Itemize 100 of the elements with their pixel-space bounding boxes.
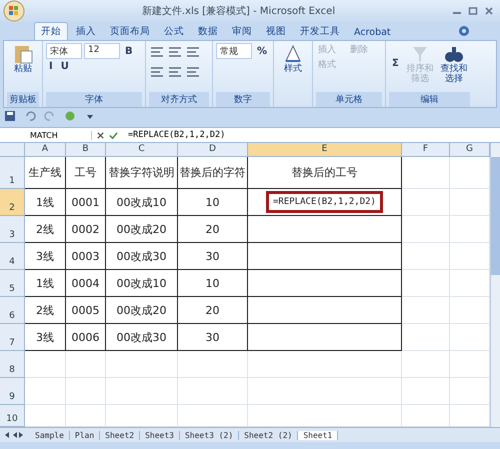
row-header[interactable]: 5	[0, 270, 25, 297]
table-cell: 00改成10	[106, 189, 178, 216]
ribbon-button[interactable]: %	[254, 43, 270, 59]
table-cell: 20	[178, 297, 248, 324]
column-header[interactable]: B	[66, 143, 106, 157]
table-cell	[402, 297, 450, 324]
align-icon[interactable]	[150, 46, 164, 58]
ribbon-tab[interactable]: 页面布局	[104, 23, 156, 40]
group-label: 单元格	[316, 92, 382, 107]
row-header[interactable]: 3	[0, 216, 25, 243]
table-cell: 00改成20	[106, 216, 178, 243]
scroll-thumb[interactable]	[491, 157, 500, 275]
table-cell: 00改成30	[106, 243, 178, 270]
sheet-tab[interactable]: Sheet2	[100, 430, 140, 440]
table-cell: 10	[178, 189, 248, 216]
table-cell: 00改成10	[106, 270, 178, 297]
formula-field[interactable]: =REPLACE(B2,1,2,D2)	[128, 130, 226, 140]
table-cell: 替换字符说明	[106, 157, 178, 189]
sheet-tab[interactable]: Sample	[30, 430, 70, 440]
ribbon-dropdown[interactable]: 常规	[216, 43, 252, 59]
ribbon-tab[interactable]: 审阅	[226, 23, 258, 40]
table-cell: 00改成30	[106, 324, 178, 351]
undo-icon[interactable]	[24, 110, 36, 122]
column-header[interactable]: F	[402, 143, 450, 157]
table-cell	[106, 351, 178, 378]
ribbon-tab[interactable]: Acrobat	[348, 25, 397, 40]
ribbon-tab[interactable]: 插入	[70, 23, 102, 40]
table-cell	[402, 157, 450, 189]
row-header[interactable]: 4	[0, 243, 25, 270]
row-header[interactable]: 9	[0, 378, 25, 405]
table-cell	[402, 189, 450, 216]
ribbon-dropdown[interactable]: 宋体	[46, 43, 82, 59]
column-header[interactable]: A	[25, 143, 66, 157]
maximize-icon[interactable]	[468, 6, 478, 16]
ribbon-dropdown[interactable]: 12	[84, 43, 120, 59]
table-cell	[66, 351, 106, 378]
table-cell: 10	[178, 270, 248, 297]
align-icon[interactable]	[186, 46, 200, 58]
align-icon[interactable]	[150, 66, 164, 78]
sheet-tab[interactable]: Sheet3	[140, 430, 180, 440]
column-header[interactable]: E	[248, 143, 402, 157]
table-cell: 替换后的字符	[178, 157, 248, 189]
ribbon-button[interactable]: Σ	[389, 43, 402, 85]
align-icon[interactable]	[186, 66, 200, 78]
group-label: 数字	[216, 92, 270, 107]
row-header[interactable]: 10	[0, 405, 25, 427]
table-cell: 0001	[66, 189, 106, 216]
ribbon-tab[interactable]: 公式	[158, 23, 190, 40]
name-box[interactable]: MATCH	[0, 130, 92, 140]
table-cell: 20	[178, 216, 248, 243]
column-header[interactable]: G	[450, 143, 490, 157]
ribbon-tab[interactable]: 开始	[34, 22, 68, 40]
ribbon-tab[interactable]: 开发工具	[294, 23, 346, 40]
ribbon-tab[interactable]: 视图	[260, 23, 292, 40]
ribbon-button[interactable]: 查找和选择	[438, 43, 470, 85]
close-icon[interactable]	[484, 6, 494, 16]
sheet-tab[interactable]: Plan	[70, 430, 100, 440]
cancel-icon[interactable]	[96, 130, 105, 140]
table-cell: 0003	[66, 243, 106, 270]
table-cell: 3线	[25, 243, 66, 270]
align-icon[interactable]	[168, 66, 182, 78]
ribbon-button[interactable]: U	[58, 61, 72, 72]
table-cell	[402, 351, 450, 378]
window-title: 新建文件.xls [兼容模式] - Microsoft Excel	[140, 4, 336, 18]
row-header[interactable]: 8	[0, 351, 25, 378]
ribbon-button[interactable]: 样式	[277, 43, 310, 75]
table-cell: 0006	[66, 324, 106, 351]
save-icon[interactable]	[4, 110, 16, 122]
table-cell: 30	[178, 243, 248, 270]
column-header[interactable]: C	[106, 143, 178, 157]
row-header[interactable]: 7	[0, 324, 25, 351]
table-cell: 1线	[25, 189, 66, 216]
highlighted-cell: =REPLACE(B2,1,2,D2)	[266, 191, 383, 213]
office-logo-icon[interactable]	[3, 0, 25, 22]
table-cell	[402, 243, 450, 270]
table-cell	[178, 351, 248, 378]
table-cell	[402, 324, 450, 351]
table-cell: 0004	[66, 270, 106, 297]
ribbon-button[interactable]: I	[46, 61, 56, 72]
table-cell: 0002	[66, 216, 106, 243]
ribbon-button[interactable]: B	[122, 43, 136, 59]
table-cell: 0005	[66, 297, 106, 324]
sheet-tab[interactable]: Sheet1	[298, 430, 338, 440]
ribbon-button[interactable]: 粘贴	[7, 43, 39, 75]
sheet-tab[interactable]: Sheet3 (2)	[180, 430, 240, 440]
table-cell	[25, 378, 66, 405]
group-label: 字体	[46, 92, 142, 107]
paste-icon	[12, 43, 34, 65]
row-header[interactable]: 6	[0, 297, 25, 324]
check-icon[interactable]	[109, 130, 118, 140]
vertical-scrollbar[interactable]	[490, 143, 500, 427]
row-header[interactable]: 2	[0, 189, 25, 216]
row-header[interactable]: 1	[0, 157, 25, 189]
align-icon[interactable]	[168, 46, 182, 58]
table-cell: 工号	[66, 157, 106, 189]
column-header[interactable]: D	[178, 143, 248, 157]
help-icon[interactable]	[458, 25, 470, 37]
group-label: 编辑	[389, 92, 470, 107]
ribbon-tab[interactable]: 数据	[192, 23, 224, 40]
table-cell	[106, 378, 178, 405]
